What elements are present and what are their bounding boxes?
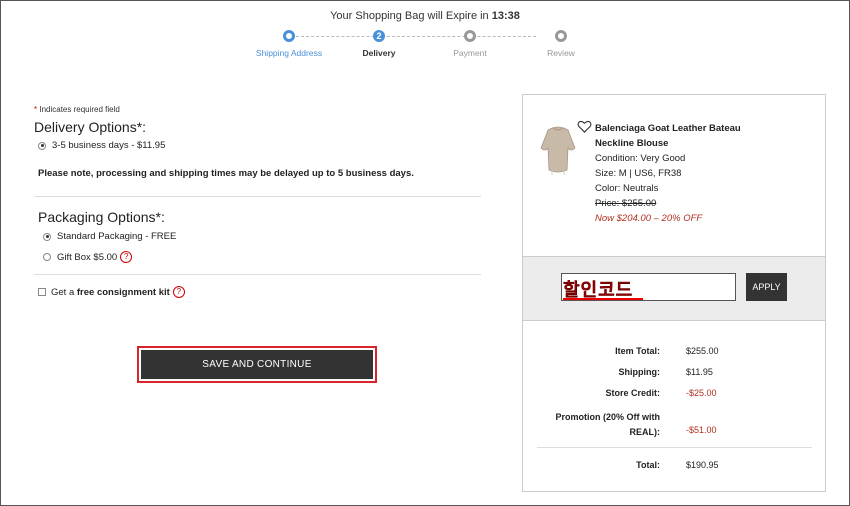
step-pending-icon [464,30,476,42]
expire-text: Your Shopping Bag will Expire in [330,10,489,22]
item-total-value: $255.00 [686,346,719,356]
store-credit-label: Store Credit: [605,388,660,398]
step-shipping-address[interactable]: Shipping Address [239,30,339,58]
total-value: $190.95 [686,460,719,470]
promotion-label-line: Promotion (20% Off with [555,412,661,422]
promotion-label-line: REAL): [629,427,661,437]
product-original-price: Price: $255.00 [595,198,657,209]
product-name[interactable]: Balenciaga Goat Leather Bateau Neckline … [595,121,741,151]
delay-note: Please note, processing and shipping tim… [38,168,414,179]
divider [34,196,481,197]
packaging-standard-row[interactable]: Standard Packaging - FREE [43,231,176,242]
product-condition: Condition: Very Good [595,153,686,164]
step-number-icon: 2 [373,30,385,42]
product-sale-price: Now $204.00 – 20% OFF [595,213,703,224]
total-label: Total: [636,460,660,470]
packaging-gift-radio[interactable] [43,253,51,261]
product-thumbnail [540,126,576,175]
consignment-kit-label: free consignment kit [76,286,170,298]
promo-underline [563,298,643,300]
consignment-prefix: Get a [51,286,75,298]
consignment-kit-row[interactable]: Get a free consignment kit ? [38,286,185,298]
delivery-options-heading: Delivery Options*: [34,119,147,135]
packaging-standard-radio[interactable] [43,232,51,241]
step-label: Review [547,48,575,58]
help-icon[interactable]: ? [172,286,185,298]
item-total-label: Item Total: [615,346,660,356]
packaging-gift-row[interactable]: Gift Box $5.00 ? [43,251,133,263]
shipping-value: $11.95 [686,367,713,377]
product-name-line: Balenciaga Goat Leather Bateau [595,123,741,134]
delivery-radio[interactable] [38,141,46,150]
step-label: Delivery [362,48,396,58]
step-label: Payment [453,48,487,58]
step-pending-icon [555,30,567,42]
shipping-label: Shipping: [618,367,661,377]
consignment-kit-checkbox[interactable] [38,288,46,296]
required-note-text: Indicates required field [39,105,120,114]
step-complete-icon [283,30,295,42]
checkout-progress: Shipping Address 2 Delivery Payment Revi… [256,30,578,70]
delivery-option-label: 3-5 business days - $11.95 [52,140,166,151]
product-name-line: Neckline Blouse [595,138,669,149]
product-size: Size: M | US6, FR38 [595,168,682,179]
step-delivery: 2 Delivery [329,30,429,58]
product-details: Balenciaga Goat Leather Bateau Neckline … [595,121,741,226]
packaging-options-heading: Packaging Options*: [38,209,165,225]
required-star: * [34,105,38,114]
divider [34,274,481,275]
required-note: * Indicates required field [34,105,120,114]
expire-banner: Your Shopping Bag will Expire in 13:38 [0,10,850,22]
packaging-gift-label: Gift Box $5.00 [57,251,118,263]
step-review: Review [511,30,611,58]
promotion-label: Promotion (20% Off with REAL): [540,410,661,440]
packaging-standard-label: Standard Packaging - FREE [57,231,177,242]
expire-timer: 13:38 [491,10,520,22]
help-icon[interactable]: ? [120,251,133,263]
save-and-continue-button[interactable]: SAVE AND CONTINUE [141,350,373,379]
delivery-option-row[interactable]: 3-5 business days - $11.95 [38,140,165,151]
step-label: Shipping Address [255,48,323,58]
heart-icon[interactable] [577,120,592,133]
divider [537,447,812,448]
step-payment: Payment [420,30,520,58]
promotion-value: -$51.00 [686,425,717,435]
store-credit-value: -$25.00 [686,388,717,398]
product-color: Color: Neutrals [595,183,659,194]
apply-button[interactable]: APPLY [746,273,787,301]
